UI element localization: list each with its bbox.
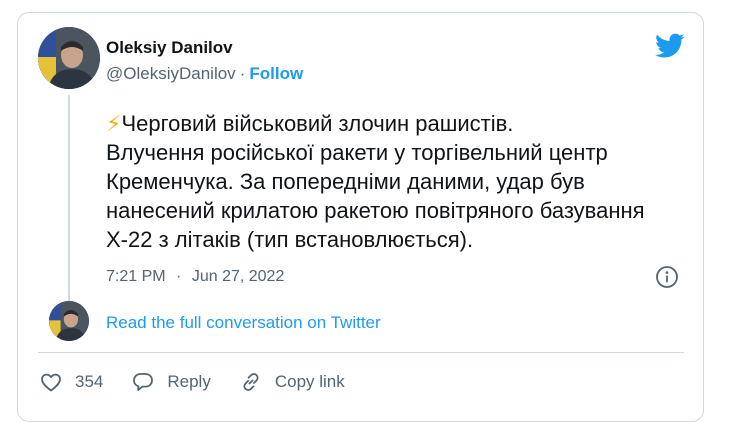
like-count: 354 (75, 372, 104, 391)
copy-link-label: Copy link (274, 372, 345, 391)
divider (38, 352, 684, 353)
handle-separator: · (239, 64, 246, 83)
thread-avatar-image (49, 301, 89, 341)
copy-link-button[interactable]: Copy link (239, 370, 345, 394)
lightning-emoji: ⚡ (106, 111, 122, 136)
author-avatar[interactable] (38, 27, 100, 89)
speech-bubble-icon (133, 373, 154, 391)
info-icon[interactable] (655, 265, 679, 289)
thread-line (68, 95, 70, 301)
thread-avatar[interactable] (49, 301, 89, 341)
tweet-body: Черговий військовий злочин рашистів. Влу… (106, 111, 645, 252)
tweet-card[interactable]: Oleksiy Danilov @OleksiyDanilov · Follow ⚡… (17, 12, 704, 422)
reply-label: Reply (167, 372, 211, 391)
avatar-image (38, 27, 100, 89)
link-icon (243, 373, 259, 391)
reply-button[interactable]: Reply (131, 370, 211, 394)
tweet-timestamp[interactable]: 7:21 PM · Jun 27, 2022 (106, 268, 284, 286)
author-handle[interactable]: @OleksiyDanilov (106, 64, 236, 83)
tweet-time[interactable]: 7:21 PM (106, 268, 166, 285)
read-full-conversation-link[interactable]: Read the full conversation on Twitter (106, 313, 381, 333)
author-name[interactable]: Oleksiy Danilov (106, 38, 233, 58)
twitter-bird-icon[interactable] (655, 33, 685, 59)
author-handle-row: @OleksiyDanilov · Follow (106, 64, 303, 84)
heart-icon (41, 373, 61, 392)
follow-button[interactable]: Follow (249, 64, 303, 83)
timestamp-separator: · (176, 268, 182, 285)
tweet-text: ⚡Черговий військовий злочин рашистів. Вл… (106, 109, 696, 254)
like-button[interactable]: 354 (39, 370, 103, 394)
action-bar: 354 Reply Copy link (39, 369, 373, 395)
tweet-date[interactable]: Jun 27, 2022 (192, 268, 285, 285)
